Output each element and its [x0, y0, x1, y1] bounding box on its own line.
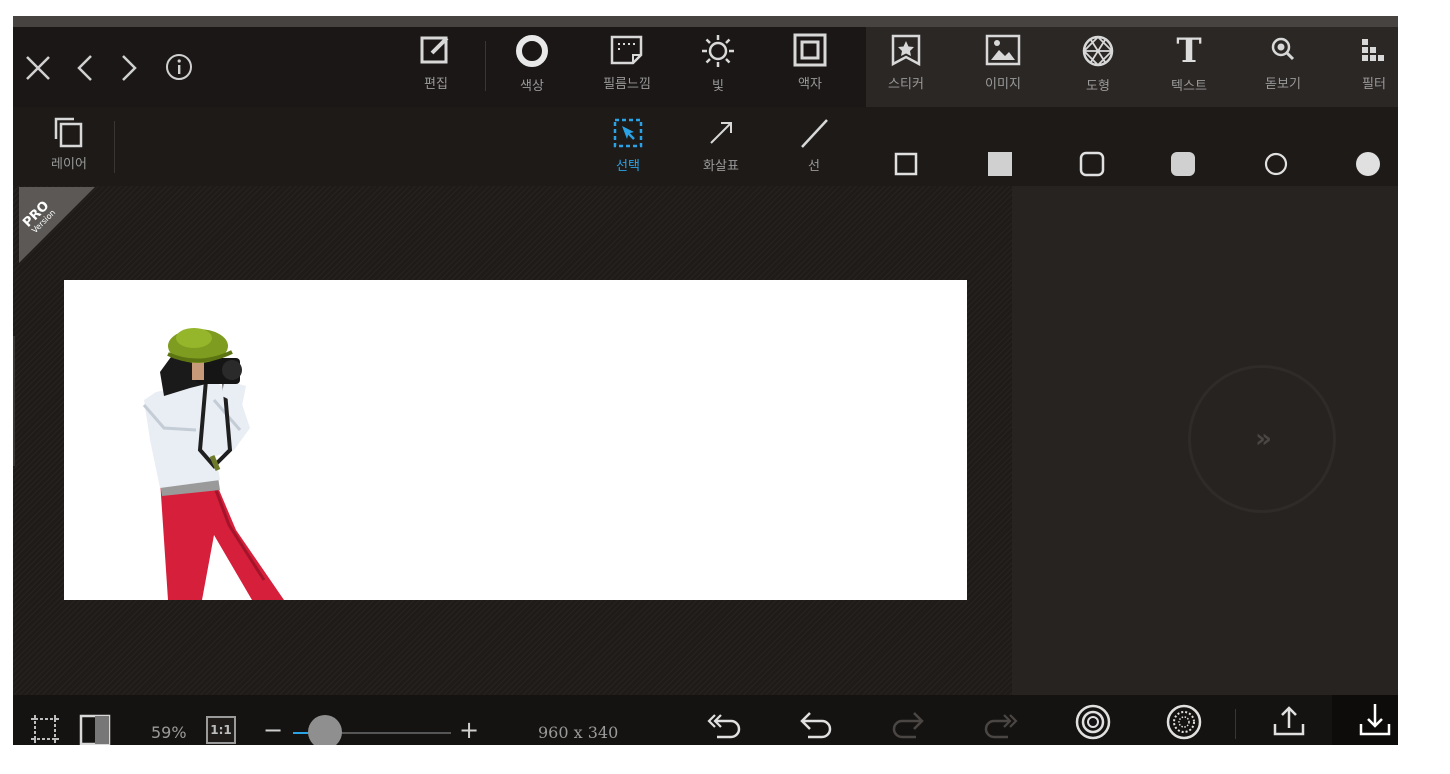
tool-sticker-label: 스티커: [888, 77, 924, 92]
circle-filled-icon[interactable]: [1355, 151, 1381, 177]
compare-icon[interactable]: [1073, 702, 1113, 742]
shape-icon: [1082, 35, 1114, 67]
next-button[interactable]: »: [1188, 365, 1336, 513]
tool-select-label: 선택: [616, 159, 640, 174]
tool-arrow-label: 화살표: [703, 159, 739, 174]
tool-line[interactable]: 선: [791, 117, 837, 174]
tool-light-label: 빛: [712, 79, 724, 94]
close-icon[interactable]: [23, 53, 53, 83]
tool-edit-label: 편집: [424, 77, 448, 92]
tool-shape[interactable]: 도형: [1075, 33, 1121, 94]
tool-frame[interactable]: 액자: [787, 33, 833, 92]
chevron-right-icon[interactable]: [117, 53, 141, 83]
filter-icon: [1362, 39, 1384, 61]
shape-toolbar: 레이어 선택 화살표 선: [13, 107, 1398, 186]
rounded-square-outline-icon[interactable]: [1079, 151, 1105, 177]
redo-icon[interactable]: [888, 703, 928, 743]
divider: [114, 121, 115, 173]
tool-select[interactable]: 선택: [605, 117, 651, 174]
tool-sticker[interactable]: 스티커: [881, 33, 931, 92]
edit-icon: [420, 36, 449, 64]
tool-edit[interactable]: 편집: [413, 33, 459, 92]
double-chevron-right-icon: »: [1255, 424, 1272, 454]
circle-outline-icon[interactable]: [1263, 151, 1289, 177]
tool-arrow[interactable]: 화살표: [693, 117, 749, 174]
tool-color[interactable]: 색상: [509, 33, 555, 94]
crop-icon[interactable]: [29, 713, 61, 745]
rounded-square-filled-icon[interactable]: [1170, 151, 1196, 177]
light-icon: [702, 35, 734, 67]
tool-magnifier-label: 돋보기: [1265, 77, 1301, 92]
divider: [485, 41, 486, 91]
tool-image-label: 이미지: [985, 77, 1021, 92]
download-icon[interactable]: [1355, 700, 1395, 740]
left-edge-handle[interactable]: [13, 336, 15, 466]
chevron-left-icon[interactable]: [73, 53, 97, 83]
layer-label: 레이어: [51, 157, 87, 172]
tool-shape-label: 도형: [1086, 79, 1110, 94]
photographer-figure: [142, 328, 284, 600]
tool-film[interactable]: 필름느낌: [595, 33, 659, 92]
actual-size-button[interactable]: 1:1: [206, 716, 236, 744]
color-icon: [516, 35, 548, 67]
redo-all-icon[interactable]: [980, 703, 1020, 743]
image-icon: [985, 34, 1021, 66]
tool-color-label: 색상: [520, 79, 544, 94]
layers-icon: [54, 117, 83, 148]
tool-filter-label: 필터: [1362, 77, 1386, 92]
tool-line-label: 선: [808, 159, 820, 174]
magnifier-icon: [1271, 37, 1295, 61]
zoom-slider-thumb[interactable]: [307, 715, 342, 745]
tool-text-label: 텍스트: [1171, 79, 1207, 94]
divider: [1235, 709, 1236, 739]
tool-light[interactable]: 빛: [695, 33, 741, 94]
insert-toolbar: [866, 27, 1398, 107]
undo-icon[interactable]: [796, 703, 836, 743]
tool-image[interactable]: 이미지: [975, 33, 1031, 92]
tool-film-label: 필름느낌: [603, 77, 651, 92]
top-strip: [13, 16, 1398, 27]
square-outline-icon[interactable]: [894, 152, 918, 176]
film-icon: [610, 35, 643, 65]
undo-all-icon[interactable]: [705, 703, 745, 743]
tool-magnifier[interactable]: 돋보기: [1255, 33, 1311, 92]
editor-window: 편집 색상 필름느낌 빛 액자 스티커 이미지 도형 T 텍스트 돋보기 필터 …: [13, 16, 1398, 745]
arrow-icon: [710, 122, 732, 144]
image-dimensions: 960 x 340: [538, 723, 619, 742]
zoom-percent: 59%: [151, 723, 187, 742]
layer-button[interactable]: 레이어: [41, 115, 97, 172]
zoom-out-button[interactable]: −: [263, 716, 283, 744]
frame-icon: [793, 33, 827, 67]
share-icon[interactable]: [1269, 702, 1309, 742]
line-icon: [801, 119, 828, 148]
main-toolbar: 편집 색상 필름느낌 빛 액자 스티커 이미지 도형 T 텍스트 돋보기 필터: [13, 27, 1398, 107]
square-filled-icon[interactable]: [987, 151, 1013, 177]
background-icon[interactable]: [78, 713, 112, 745]
select-icon: [613, 118, 643, 148]
zoom-in-button[interactable]: +: [459, 716, 479, 744]
tool-frame-label: 액자: [798, 77, 822, 92]
photo-canvas[interactable]: [64, 280, 967, 600]
sticker-icon: [891, 34, 921, 67]
tool-filter[interactable]: 필터: [1351, 33, 1397, 92]
auto-enhance-icon[interactable]: [1164, 702, 1204, 742]
info-icon[interactable]: [164, 52, 194, 82]
text-icon: T: [1176, 31, 1202, 71]
pro-badge: PRO Version: [19, 187, 95, 263]
tool-text[interactable]: T 텍스트: [1161, 33, 1217, 94]
